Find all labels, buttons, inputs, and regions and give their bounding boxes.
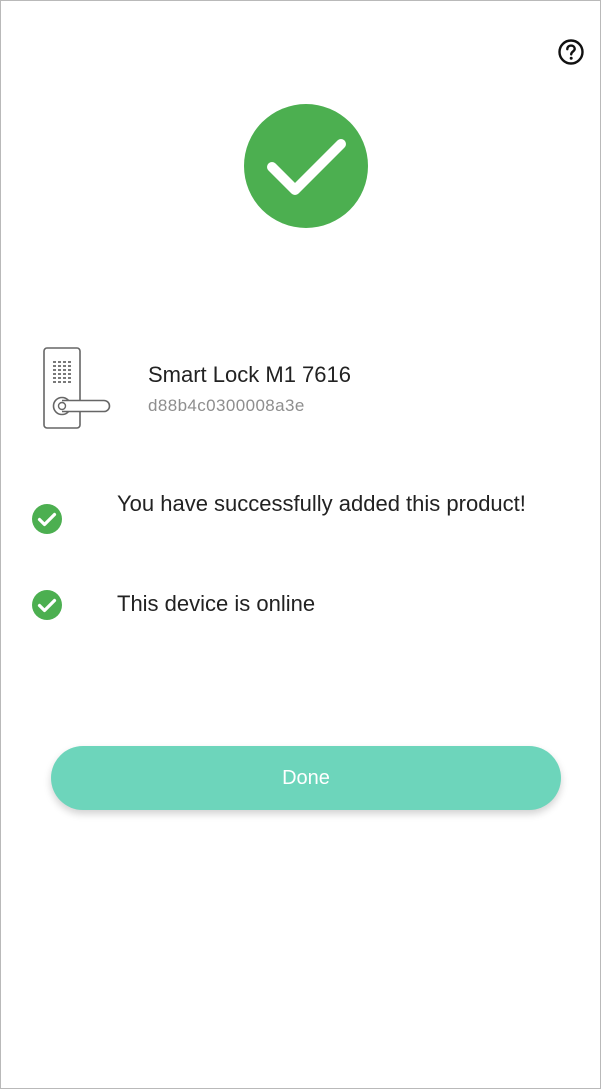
status-text-added: You have successfully added this product… [117, 491, 526, 516]
screen: Smart Lock M1 7616 d88b4c0300008a3e You … [0, 0, 601, 1089]
check-circle-icon [32, 590, 62, 620]
help-button[interactable] [556, 37, 586, 67]
device-name: Smart Lock M1 7616 [148, 362, 351, 387]
done-button[interactable]: Done [51, 746, 561, 810]
question-circle-icon [558, 39, 584, 65]
smart-lock-icon [43, 347, 111, 429]
device-id: d88b4c0300008a3e [148, 396, 305, 415]
device-info: Smart Lock M1 7616 d88b4c0300008a3e [41, 345, 561, 435]
status-row-added: You have successfully added this product… [31, 489, 571, 551]
success-check-icon [244, 104, 368, 228]
status-text-online: This device is online [117, 591, 316, 616]
check-circle-icon [32, 504, 62, 534]
status-row-online: This device is online [31, 589, 571, 621]
